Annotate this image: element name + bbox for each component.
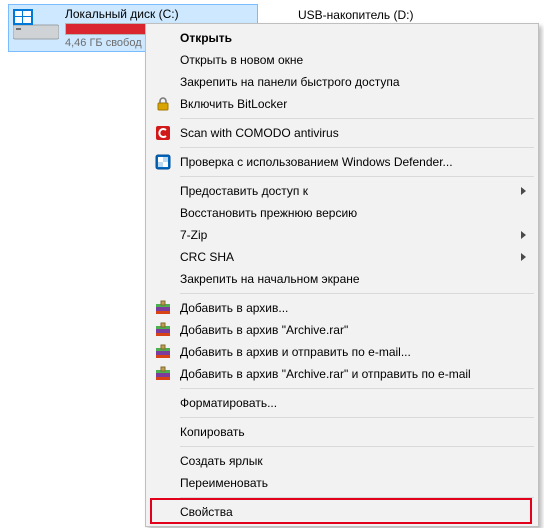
menu-format[interactable]: Форматировать... bbox=[148, 392, 536, 414]
menu-label: Форматировать... bbox=[180, 396, 277, 410]
separator bbox=[180, 388, 534, 389]
menu-label: CRC SHA bbox=[180, 250, 234, 264]
menu-7zip[interactable]: 7-Zip bbox=[148, 224, 536, 246]
menu-defender[interactable]: Проверка с использованием Windows Defend… bbox=[148, 151, 536, 173]
separator bbox=[180, 293, 534, 294]
separator bbox=[180, 417, 534, 418]
menu-add-archive-rar-email[interactable]: Добавить в архив "Archive.rar" и отправи… bbox=[148, 363, 536, 385]
menu-bitlocker[interactable]: Включить BitLocker bbox=[148, 93, 536, 115]
bitlocker-icon bbox=[154, 95, 172, 113]
winrar-icon bbox=[154, 321, 172, 339]
menu-label: Открыть в новом окне bbox=[180, 53, 303, 67]
separator bbox=[180, 176, 534, 177]
menu-share-access[interactable]: Предоставить доступ к bbox=[148, 180, 536, 202]
menu-open[interactable]: Открыть bbox=[148, 27, 536, 49]
menu-properties[interactable]: Свойства bbox=[148, 501, 536, 523]
menu-rename[interactable]: Переименовать bbox=[148, 472, 536, 494]
defender-icon bbox=[154, 153, 172, 171]
menu-label: Создать ярлык bbox=[180, 454, 263, 468]
menu-label: Закрепить на панели быстрого доступа bbox=[180, 75, 400, 89]
menu-label: 7-Zip bbox=[180, 228, 207, 242]
chevron-right-icon bbox=[521, 187, 526, 195]
chevron-right-icon bbox=[521, 231, 526, 239]
menu-add-archive-rar[interactable]: Добавить в архив "Archive.rar" bbox=[148, 319, 536, 341]
drive-d-label: USB-накопитель (D:) bbox=[298, 8, 413, 22]
context-menu: Открыть Открыть в новом окне Закрепить н… bbox=[145, 23, 539, 527]
menu-open-new-window[interactable]: Открыть в новом окне bbox=[148, 49, 536, 71]
menu-label: Переименовать bbox=[180, 476, 268, 490]
menu-copy[interactable]: Копировать bbox=[148, 421, 536, 443]
separator bbox=[180, 147, 534, 148]
menu-create-shortcut[interactable]: Создать ярлык bbox=[148, 450, 536, 472]
menu-label: Добавить в архив "Archive.rar" bbox=[180, 323, 348, 337]
menu-label: Предоставить доступ к bbox=[180, 184, 308, 198]
menu-label: Добавить в архив "Archive.rar" и отправи… bbox=[180, 367, 471, 381]
menu-crc-sha[interactable]: CRC SHA bbox=[148, 246, 536, 268]
drive-c-label: Локальный диск (C:) bbox=[65, 7, 179, 21]
menu-label: Закрепить на начальном экране bbox=[180, 272, 360, 286]
comodo-icon bbox=[154, 124, 172, 142]
menu-restore-previous[interactable]: Восстановить прежнюю версию bbox=[148, 202, 536, 224]
menu-pin-quick-access[interactable]: Закрепить на панели быстрого доступа bbox=[148, 71, 536, 93]
menu-label: Включить BitLocker bbox=[180, 97, 287, 111]
separator bbox=[180, 118, 534, 119]
separator bbox=[180, 446, 534, 447]
menu-label: Добавить в архив... bbox=[180, 301, 288, 315]
winrar-icon bbox=[154, 299, 172, 317]
menu-label: Копировать bbox=[180, 425, 245, 439]
menu-label: Восстановить прежнюю версию bbox=[180, 206, 357, 220]
menu-add-archive-email[interactable]: Добавить в архив и отправить по e-mail..… bbox=[148, 341, 536, 363]
menu-add-archive[interactable]: Добавить в архив... bbox=[148, 297, 536, 319]
chevron-right-icon bbox=[521, 253, 526, 261]
menu-label: Scan with COMODO antivirus bbox=[180, 126, 339, 140]
winrar-icon bbox=[154, 365, 172, 383]
menu-label: Проверка с использованием Windows Defend… bbox=[180, 155, 453, 169]
winrar-icon bbox=[154, 343, 172, 361]
os-drive-icon bbox=[13, 7, 59, 41]
menu-comodo-scan[interactable]: Scan with COMODO antivirus bbox=[148, 122, 536, 144]
menu-label: Открыть bbox=[180, 31, 232, 45]
separator bbox=[180, 497, 534, 498]
menu-label: Свойства bbox=[180, 505, 233, 519]
menu-label: Добавить в архив и отправить по e-mail..… bbox=[180, 345, 411, 359]
menu-pin-start[interactable]: Закрепить на начальном экране bbox=[148, 268, 536, 290]
